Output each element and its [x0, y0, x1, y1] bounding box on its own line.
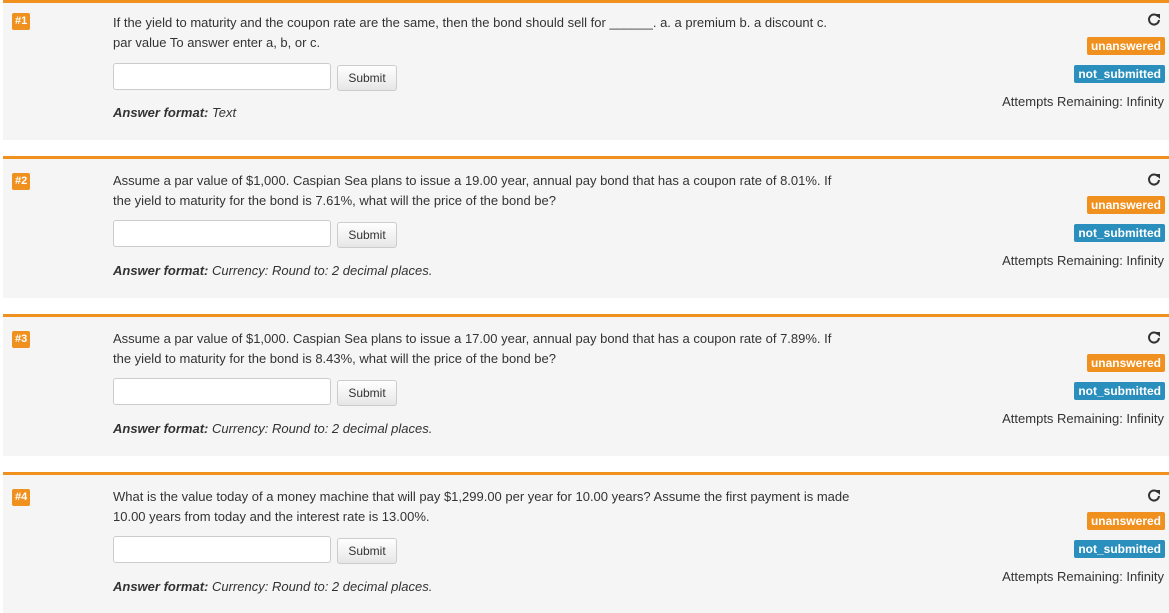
question-panel-1: #1 If the yield to maturity and the coup… — [3, 0, 1169, 140]
question-number-badge: #4 — [12, 489, 31, 506]
attempts-remaining: Attempts Remaining: Infinity — [1002, 94, 1164, 109]
submit-button[interactable]: Submit — [337, 538, 397, 564]
answer-format-value: Currency: Round to: 2 decimal places. — [211, 421, 433, 436]
status-badge-answered: unanswered — [1086, 37, 1165, 55]
redo-icon[interactable] — [1147, 13, 1161, 27]
question-text: What is the value today of a money machi… — [113, 489, 850, 524]
status-badge-answered: unanswered — [1086, 196, 1165, 214]
answer-format: Answer format: Currency: Round to: 2 dec… — [113, 421, 432, 436]
status-badge-submitted: not_submitted — [1074, 382, 1165, 400]
answer-format: Answer format: Currency: Round to: 2 dec… — [113, 263, 432, 278]
submit-button[interactable]: Submit — [337, 222, 397, 248]
question-number-badge: #1 — [12, 13, 31, 30]
answer-format: Answer format: Currency: Round to: 2 dec… — [113, 579, 432, 594]
status-badge-submitted: not_submitted — [1074, 224, 1165, 242]
answer-input[interactable] — [113, 220, 331, 247]
question-number-badge: #2 — [12, 173, 31, 190]
answer-input[interactable] — [113, 63, 331, 90]
answer-format: Answer format: Text — [113, 105, 236, 120]
attempts-remaining: Attempts Remaining: Infinity — [1002, 411, 1164, 426]
answer-input[interactable] — [113, 536, 331, 563]
answer-format-label: Answer format: — [113, 105, 209, 120]
redo-icon[interactable] — [1147, 489, 1161, 503]
question-text: If the yield to maturity and the coupon … — [113, 15, 827, 50]
status-badge-answered: unanswered — [1086, 354, 1165, 372]
question-text: Assume a par value of $1,000. Caspian Se… — [113, 173, 832, 208]
question-number-badge: #3 — [12, 331, 31, 348]
question-panel-3: #3 Assume a par value of $1,000. Caspian… — [3, 314, 1169, 456]
answer-format-value: Currency: Round to: 2 decimal places. — [211, 579, 433, 594]
answer-format-label: Answer format: — [113, 421, 209, 436]
attempts-remaining: Attempts Remaining: Infinity — [1002, 569, 1164, 584]
submit-button[interactable]: Submit — [337, 65, 397, 91]
answer-format-value: Text — [211, 105, 237, 120]
answer-input[interactable] — [113, 378, 331, 405]
question-panel-4: #4 What is the value today of a money ma… — [3, 472, 1169, 613]
answer-format-label: Answer format: — [113, 579, 209, 594]
redo-icon[interactable] — [1147, 173, 1161, 187]
question-panel-2: #2 Assume a par value of $1,000. Caspian… — [3, 156, 1169, 298]
answer-format-value: Currency: Round to: 2 decimal places. — [211, 263, 433, 278]
submit-button[interactable]: Submit — [337, 380, 397, 406]
question-text: Assume a par value of $1,000. Caspian Se… — [113, 331, 832, 366]
status-badge-submitted: not_submitted — [1074, 65, 1165, 83]
attempts-remaining: Attempts Remaining: Infinity — [1002, 253, 1164, 268]
answer-format-label: Answer format: — [113, 263, 209, 278]
redo-icon[interactable] — [1147, 331, 1161, 345]
status-badge-answered: unanswered — [1086, 512, 1165, 530]
status-badge-submitted: not_submitted — [1074, 540, 1165, 558]
